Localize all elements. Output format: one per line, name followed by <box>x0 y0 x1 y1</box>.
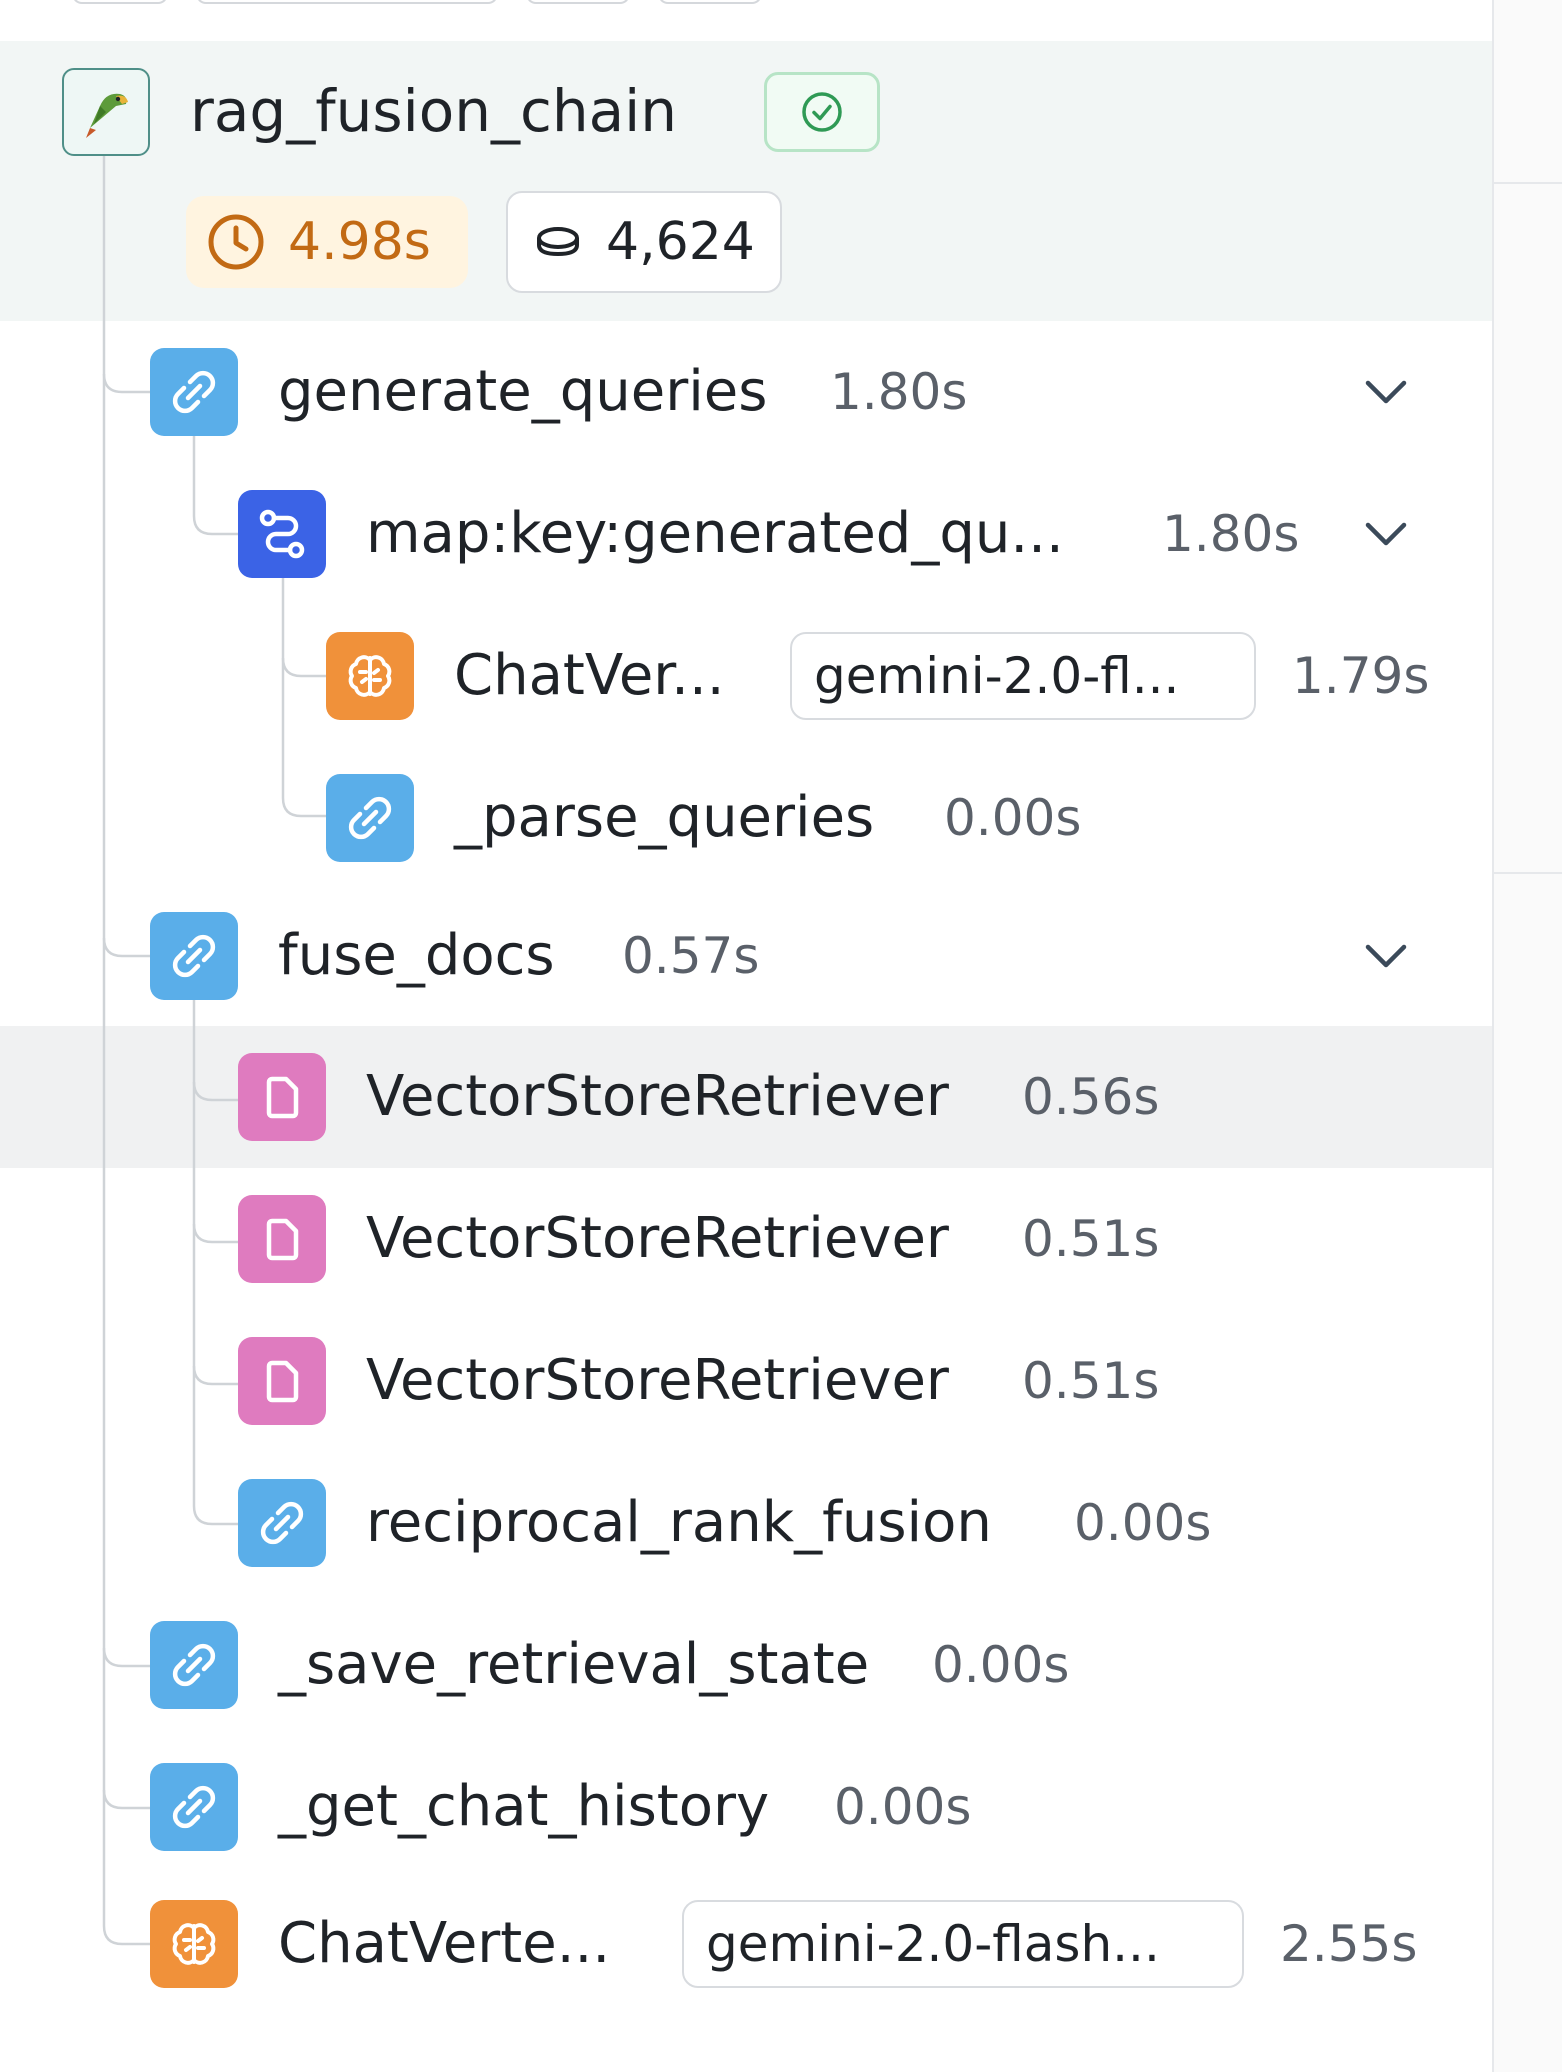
model-name-tag: gemini-2.0-fl... <box>790 632 1256 720</box>
trace-tree-panel: rag_fusion_chain 4.98s 4,624 generate_qu… <box>0 0 1492 2072</box>
run-row-reciprocal-rank-fusion[interactable]: reciprocal_rank_fusion 0.00s <box>0 1452 1492 1594</box>
chain-link-icon <box>150 348 238 436</box>
run-name: fuse_docs <box>278 923 555 988</box>
chain-link-icon <box>326 774 414 862</box>
chain-link-icon <box>150 1621 238 1709</box>
run-name: VectorStoreRetriever <box>366 1206 949 1271</box>
map-route-icon <box>238 490 326 578</box>
run-name: reciprocal_rank_fusion <box>366 1490 992 1555</box>
top-tabs-stub <box>0 0 1000 4</box>
run-row-vector-store-retriever[interactable]: VectorStoreRetriever 0.51s <box>0 1310 1492 1452</box>
run-row-vector-store-retriever[interactable]: VectorStoreRetriever 0.51s <box>0 1168 1492 1310</box>
run-latency: 0.00s <box>944 789 1082 847</box>
document-icon <box>238 1195 326 1283</box>
run-row-chat-model[interactable]: ChatVerte... gemini-2.0-flash... 2.55s <box>0 1873 1492 2015</box>
token-count-value: 4,624 <box>606 212 755 272</box>
document-icon <box>238 1053 326 1141</box>
adjacent-panel-divider <box>1494 182 1562 184</box>
run-name: _parse_queries <box>454 785 875 850</box>
run-row-get-chat-history[interactable]: _get_chat_history 0.00s <box>0 1736 1492 1878</box>
coins-icon <box>534 222 586 262</box>
latency-pill: 4.98s <box>186 196 468 288</box>
run-latency: 0.00s <box>834 1778 972 1836</box>
document-icon <box>238 1337 326 1425</box>
chevron-down-icon[interactable] <box>1360 508 1412 560</box>
token-count-pill: 4,624 <box>506 191 782 293</box>
adjacent-panel-divider <box>1494 872 1562 874</box>
run-latency: 0.57s <box>622 927 760 985</box>
run-name: ChatVerte... <box>278 1911 611 1976</box>
brain-icon <box>326 632 414 720</box>
run-latency: 1.79s <box>1292 647 1430 705</box>
run-latency: 1.80s <box>830 363 968 421</box>
run-name: map:key:generated_qu... <box>366 501 1064 566</box>
run-row-generate-queries[interactable]: generate_queries 1.80s <box>0 321 1492 463</box>
run-latency: 0.56s <box>1022 1068 1160 1126</box>
run-row-parse-queries[interactable]: _parse_queries 0.00s <box>0 747 1492 889</box>
run-row-chat-model[interactable]: ChatVer... gemini-2.0-fl... 1.79s <box>0 605 1492 747</box>
chevron-down-icon[interactable] <box>1360 930 1412 982</box>
chain-link-icon <box>150 1763 238 1851</box>
run-name: VectorStoreRetriever <box>366 1064 949 1129</box>
adjacent-panel-edge <box>1492 0 1562 2072</box>
brain-icon <box>150 1900 238 1988</box>
run-row-vector-store-retriever[interactable]: VectorStoreRetriever 0.56s <box>0 1026 1492 1168</box>
check-circle-icon <box>802 92 842 132</box>
parrot-icon <box>62 68 150 156</box>
run-name: _get_chat_history <box>278 1774 770 1839</box>
run-latency: 0.00s <box>932 1636 1070 1694</box>
run-row-save-retrieval-state[interactable]: _save_retrieval_state 0.00s <box>0 1594 1492 1736</box>
run-name: VectorStoreRetriever <box>366 1348 949 1413</box>
model-name-tag: gemini-2.0-flash... <box>682 1900 1244 1988</box>
chain-link-icon <box>238 1479 326 1567</box>
run-latency: 0.51s <box>1022 1352 1160 1410</box>
chain-link-icon <box>150 912 238 1000</box>
success-status-badge <box>764 72 880 152</box>
chevron-down-icon[interactable] <box>1360 366 1412 418</box>
run-name: generate_queries <box>278 359 768 424</box>
run-name: _save_retrieval_state <box>278 1632 870 1697</box>
run-latency: 0.00s <box>1074 1494 1212 1552</box>
run-latency: 2.55s <box>1280 1915 1418 1973</box>
root-run-name[interactable]: rag_fusion_chain <box>190 72 677 150</box>
run-latency: 0.51s <box>1022 1210 1160 1268</box>
run-row-map-key[interactable]: map:key:generated_qu... 1.80s <box>0 463 1492 605</box>
run-row-fuse-docs[interactable]: fuse_docs 0.57s <box>0 885 1492 1027</box>
latency-value: 4.98s <box>288 212 431 272</box>
clock-icon <box>204 208 272 276</box>
run-latency: 1.80s <box>1162 505 1300 563</box>
run-name: ChatVer... <box>454 643 725 708</box>
